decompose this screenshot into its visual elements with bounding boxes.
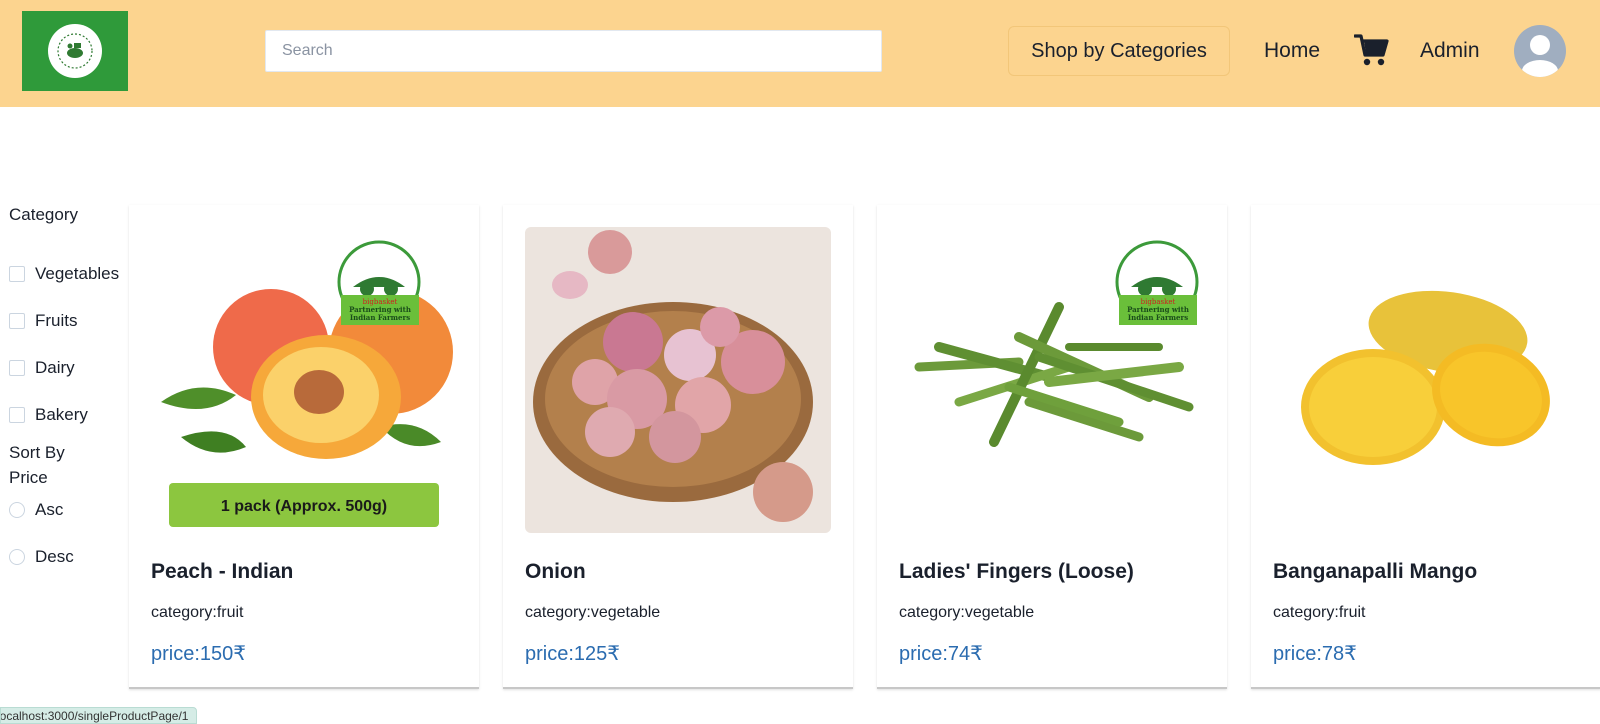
sort-by-price-heading: Sort By Price (9, 443, 65, 487)
product-price: price:150₹ (151, 643, 246, 665)
filter-label: Dairy (35, 358, 75, 377)
product-name: Banganapalli Mango (1273, 560, 1478, 583)
product-card[interactable]: bigbasket Partnering with Indian Farmers… (129, 205, 479, 689)
product-price: price:125₹ (525, 643, 620, 665)
sort-label: Asc (35, 500, 64, 519)
product-name: Peach - Indian (151, 560, 294, 583)
product-price: price:78₹ (1273, 643, 1357, 665)
logo[interactable] (22, 11, 128, 91)
partner-logo-text: Indian Farmers (350, 313, 410, 322)
radio-button[interactable] (9, 549, 25, 565)
partner-logo-text: Indian Farmers (1128, 313, 1188, 322)
peach-image: bigbasket Partnering with Indian Farmers… (151, 227, 457, 533)
filter-bakery[interactable]: Bakery (9, 405, 88, 425)
filter-label: Vegetables (35, 264, 120, 283)
link-preview-status: localhost:3000/singleProductPage/1 (0, 707, 198, 724)
product-category: category:vegetable (525, 604, 661, 621)
filter-dairy[interactable]: Dairy (9, 358, 75, 378)
mango-image (1273, 227, 1579, 533)
pack-size-badge: 1 pack (Approx. 500g) (221, 498, 387, 515)
product-category: category:fruit (151, 604, 244, 621)
checkbox[interactable] (9, 266, 25, 282)
sort-desc-option[interactable]: Desc (9, 547, 74, 567)
okra-image: bigbasket Partnering with Indian Farmers (899, 227, 1205, 533)
product-card[interactable]: bigbasket Partnering with Indian Farmers… (877, 205, 1227, 689)
onion-image (525, 227, 831, 533)
home-link[interactable]: Home (1264, 38, 1320, 64)
sort-label: Desc (35, 547, 74, 566)
checkbox[interactable] (9, 407, 25, 423)
filter-fruits[interactable]: Fruits (9, 311, 78, 331)
product-card[interactable]: Onion category:vegetable price:125₹ (503, 205, 853, 689)
product-card[interactable]: Banganapalli Mango category:fruit price:… (1251, 205, 1600, 689)
status-url: localhost:3000/singleProductPage/1 (0, 709, 189, 723)
checkbox[interactable] (9, 360, 25, 376)
product-name: Ladies' Fingers (Loose) (899, 560, 1134, 583)
shop-by-categories-button[interactable]: Shop by Categories (1008, 26, 1230, 76)
checkbox[interactable] (9, 313, 25, 329)
product-category: category:fruit (1273, 604, 1366, 621)
product-name: Onion (525, 560, 586, 583)
cart-icon[interactable] (1353, 33, 1390, 67)
user-avatar-icon[interactable] (1514, 25, 1566, 77)
farm-logo-icon (48, 24, 102, 78)
product-category: category:vegetable (899, 604, 1035, 621)
filter-label: Fruits (35, 311, 78, 330)
filter-label: Bakery (35, 405, 88, 424)
filter-vegetables[interactable]: Vegetables (9, 264, 119, 284)
header-bar: Shop by Categories Home Admin (0, 0, 1600, 107)
sort-asc-option[interactable]: Asc (9, 500, 63, 520)
admin-link[interactable]: Admin (1420, 38, 1480, 64)
radio-button[interactable] (9, 502, 25, 518)
search-input[interactable] (265, 30, 882, 72)
product-price: price:74₹ (899, 643, 983, 665)
category-heading: Category (9, 205, 78, 224)
